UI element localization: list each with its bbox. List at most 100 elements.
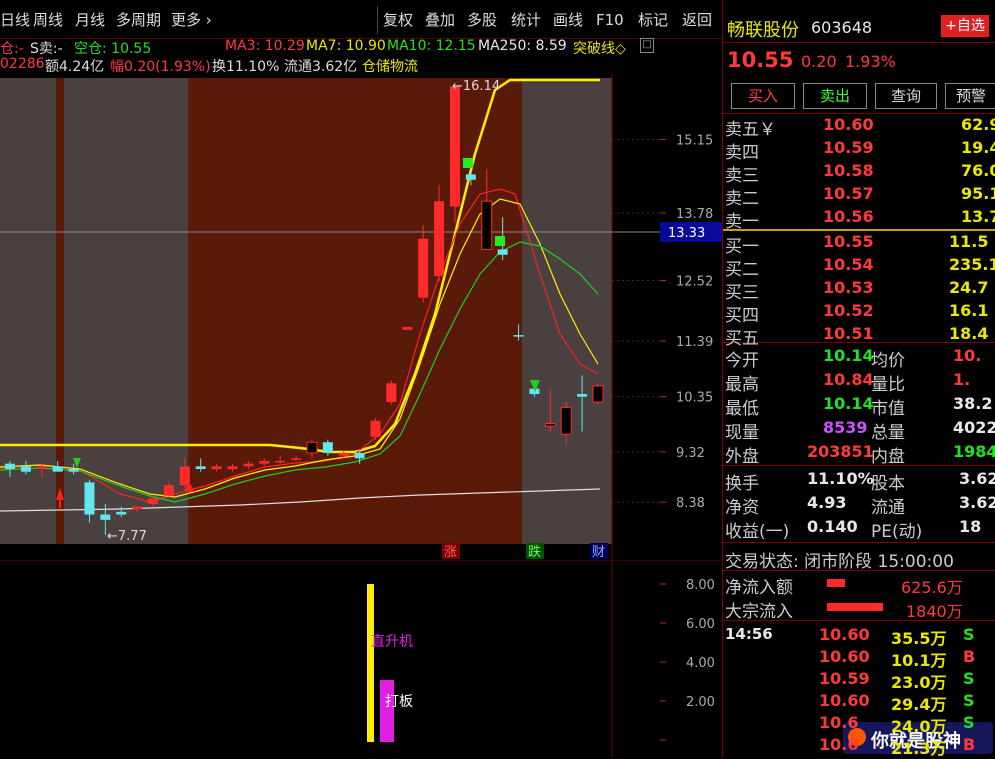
divider — [723, 42, 995, 43]
stat-label: 均价 — [871, 351, 905, 371]
ask-volume: 19.4 — [961, 138, 995, 157]
add-favorite-button[interactable]: +自选 — [941, 15, 989, 37]
candle-body — [148, 498, 159, 504]
alert-button[interactable]: 预警 — [945, 83, 995, 109]
tick-direction: S — [963, 669, 975, 688]
ask-level-label: 卖三 — [725, 166, 759, 186]
tick-volume: 10.1万 — [891, 651, 947, 670]
amount-label: 额4.24亿 — [45, 59, 105, 75]
rise-marker[interactable]: 涨 — [444, 545, 457, 560]
netflow-value: 625.6万 — [901, 578, 963, 597]
draw-line-button[interactable]: 画线 — [553, 8, 583, 32]
candle-body — [386, 383, 397, 403]
kongcang-label: 空仓: 10.55 — [74, 41, 152, 57]
fund-label: 收益(一) — [725, 522, 790, 542]
price-tick-label: 10.35 — [676, 391, 713, 406]
ma7-label: MA7: 10.90 — [306, 38, 386, 54]
sell-button[interactable]: 卖出 — [803, 83, 867, 109]
multi-stock-button[interactable]: 多股 — [467, 8, 497, 32]
panel-toggle-icon[interactable]: □ — [640, 38, 654, 53]
fund-label: 流通 — [871, 498, 905, 518]
candle-body — [338, 452, 349, 456]
bid-price: 10.52 — [823, 301, 874, 320]
block-inflow-bar — [827, 603, 883, 611]
candle-body — [179, 466, 190, 486]
ma3-label: MA3: 10.29 — [225, 38, 305, 54]
price-tick-label: 9.32 — [676, 446, 705, 461]
tick-price: 10.6 — [819, 735, 859, 754]
fund-value: 0.140 — [807, 517, 858, 536]
s-sell-label: S卖:- — [30, 41, 63, 57]
spread-divider — [723, 229, 995, 231]
stat-value: 1984 — [953, 442, 995, 461]
stat-label: 最低 — [725, 399, 759, 419]
stat-label: 市值 — [871, 399, 905, 419]
block-inflow-label: 大宗流入 — [725, 602, 793, 622]
ask-volume: 95.1 — [961, 184, 995, 203]
tab-multi-period[interactable]: 多周期 — [116, 8, 161, 32]
tick-price: 10.60 — [819, 647, 870, 666]
overlay-button[interactable]: 叠加 — [425, 8, 455, 32]
ask-price: 10.60 — [823, 115, 874, 134]
ask-level-label: 卖四 — [725, 143, 759, 163]
sector-label: 仓储物流 — [362, 59, 418, 75]
stats-button[interactable]: 统计 — [511, 8, 541, 32]
band-gray-3 — [522, 78, 612, 544]
fall-marker[interactable]: 跌 — [528, 544, 541, 560]
tab-monthly[interactable]: 月线 — [75, 8, 105, 32]
helicopter-label: 直升机 — [371, 633, 413, 650]
indicator-pane[interactable]: 8.00 6.00 4.00 2.00 直升机 打板 — [0, 560, 722, 758]
stock-name: 畅联股份 — [727, 20, 799, 41]
candle-body — [354, 452, 365, 459]
mark-button[interactable]: 标记 — [638, 8, 668, 32]
stat-value: 10.84 — [823, 370, 874, 389]
candle-body — [52, 466, 63, 472]
stat-label: 今开 — [725, 351, 759, 371]
candle-body — [513, 335, 524, 337]
trading-status: 交易状态: 闭市阶段 15:00:00 — [725, 552, 954, 572]
bid-volume: 235.1 — [949, 255, 995, 274]
candle-body — [434, 201, 445, 277]
tick-price: 10.60 — [819, 691, 870, 710]
price-tick-label: 8.38 — [676, 496, 705, 511]
fuquan-button[interactable]: 复权 — [383, 8, 413, 32]
back-button[interactable]: 返回 — [682, 8, 712, 32]
bid-volume: 11.5 — [949, 232, 989, 251]
price-change-pct: 1.93% — [845, 52, 896, 71]
crosshair-value: 13.33 — [668, 226, 705, 241]
signal-square — [463, 158, 473, 168]
bid-price: 10.55 — [823, 232, 874, 251]
candlestick-chart[interactable]: 15.1513.7812.5211.3910.359.328.38 13.33 … — [0, 74, 722, 560]
stat-value: 10.14 — [823, 346, 874, 365]
float-label: 流通3.62亿 — [284, 59, 358, 75]
candle-body — [449, 86, 460, 207]
tab-daily[interactable]: 日线 — [0, 8, 30, 32]
finance-marker[interactable]: 财 — [592, 545, 605, 560]
ask-price: 10.57 — [823, 184, 874, 203]
tab-weekly[interactable]: 周线 — [33, 8, 63, 32]
buy-button[interactable]: 买入 — [731, 83, 795, 109]
tick-direction: B — [963, 647, 976, 666]
price-tick-label: 12.52 — [676, 274, 713, 289]
tick-time: 14:56 — [725, 625, 773, 643]
chart-toolbar: 日线 周线 月线 多周期 更多 › 复权 叠加 多股 统计 画线 F10 标记 … — [0, 0, 722, 39]
netflow-bar — [827, 579, 845, 587]
price-tick-label: 13.78 — [676, 207, 713, 222]
ask-price: 10.58 — [823, 161, 874, 180]
query-button[interactable]: 查询 — [875, 83, 937, 109]
tick-volume: 24.0万 — [891, 717, 947, 736]
tab-more[interactable]: 更多 › — [171, 8, 212, 32]
divider — [723, 570, 995, 571]
bid-price: 10.53 — [823, 278, 874, 297]
quote-panel: 畅联股份 603648 +自选 10.55 0.20 1.93% 买入 卖出 查… — [722, 0, 995, 758]
price-change: 0.20 — [801, 52, 837, 71]
candle-body — [370, 420, 381, 437]
bid-price: 10.51 — [823, 324, 874, 343]
bid-volume: 18.4 — [949, 324, 989, 343]
ma10-label: MA10: 12.15 — [387, 38, 476, 54]
tick-price: 10.59 — [819, 669, 870, 688]
candle-body — [243, 463, 254, 467]
f10-button[interactable]: F10 — [596, 8, 624, 32]
tick-direction: B — [963, 735, 976, 754]
cang-label: 仓:- — [0, 41, 24, 57]
